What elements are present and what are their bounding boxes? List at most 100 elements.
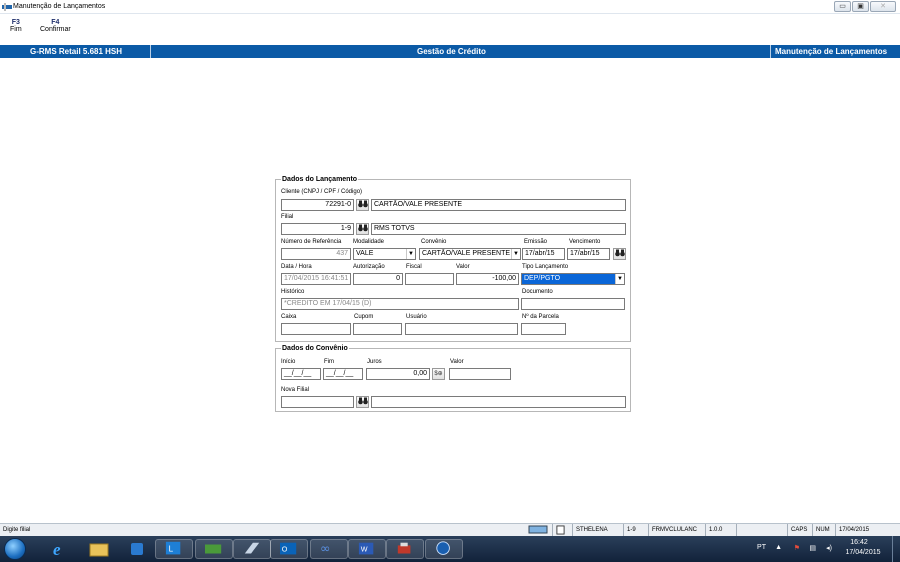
clock-date[interactable]: 17/04/2015 [842, 549, 884, 556]
screen-name: Manutenção de Lançamentos [775, 47, 888, 56]
status-version: 1.0.0 [705, 524, 735, 536]
status-user: STHELENA [572, 524, 622, 536]
tipo-lancamento-select[interactable]: DEP/PGTO ▼ [521, 273, 625, 285]
data-hora-label: Data / Hora [281, 264, 312, 270]
status-form: FRMVCLULANC [648, 524, 704, 536]
header-bar: G-RMS Retail 5.681 HSH Gestão de Crédito… [0, 45, 900, 58]
status-caps: CAPS [787, 524, 811, 536]
flag-icon[interactable]: ⚑ [794, 544, 800, 552]
cliente-label: Cliente (CNPJ / CPF / Código) [281, 189, 363, 195]
parcela-input[interactable] [521, 323, 566, 335]
juros-input[interactable]: 0,00 [366, 368, 430, 380]
monitor-icon [525, 524, 551, 536]
status-num: NUM [812, 524, 834, 536]
restore-icon[interactable]: ▣ [852, 1, 869, 12]
autorizacao-input[interactable]: 0 [353, 273, 403, 285]
num-ref-field: 437 [281, 248, 351, 260]
network-icon[interactable]: ▤ [809, 544, 816, 552]
filial-label: Filial [281, 214, 294, 220]
inicio-label: Início [281, 359, 296, 365]
outlook-icon[interactable]: O [270, 539, 308, 559]
minimize-icon[interactable]: ▭ [834, 1, 851, 12]
vencimento-input[interactable]: 17/abr/15 [567, 248, 610, 260]
nova-filial-label: Nova Filial [281, 387, 310, 393]
money-icon[interactable]: $⊕ [432, 368, 445, 380]
fiscal-input[interactable] [405, 273, 454, 285]
usuario-input[interactable] [405, 323, 518, 335]
infinity-icon[interactable]: ∞ [310, 539, 348, 559]
caixa-input[interactable] [281, 323, 351, 335]
chevron-down-icon[interactable]: ▼ [406, 249, 415, 259]
svg-text:L: L [169, 545, 174, 554]
historico-field: *CREDITO EM 17/04/15 (D) [281, 298, 519, 310]
filial-nome-field: RMS TOTVS [371, 223, 626, 235]
fim-input[interactable]: __/__/__ [323, 368, 363, 380]
documento-input[interactable] [521, 298, 625, 310]
nova-filial-nome-field [371, 396, 626, 408]
convenio-group: Dados do Convênio Início __/__/__ Fim __… [275, 345, 631, 412]
cupom-input[interactable] [353, 323, 402, 335]
window-icon[interactable] [233, 539, 271, 559]
modalidade-select[interactable]: VALE ▼ [353, 248, 416, 260]
filial-input[interactable]: 1-9 [281, 223, 354, 235]
volume-icon[interactable]: ◂) [826, 544, 832, 552]
convenio-label: Convênio [421, 239, 447, 245]
ie-icon[interactable]: e [40, 539, 78, 559]
caixa-label: Caixa [281, 314, 297, 320]
chevron-down-icon[interactable]: ▼ [615, 274, 624, 284]
app-icon [2, 3, 12, 11]
module-name: Gestão de Crédito [417, 47, 486, 56]
fim-button[interactable]: F3 Fim [10, 19, 22, 33]
start-icon[interactable] [4, 538, 26, 560]
binoculars-icon[interactable] [356, 396, 369, 408]
app-icon[interactable] [425, 539, 463, 559]
chevron-up-icon[interactable]: ▲ [775, 544, 782, 551]
confirmar-key: F4 [51, 19, 60, 26]
close-icon[interactable]: ✕ [870, 1, 896, 12]
window-title: Manutenção de Lançamentos [13, 3, 106, 10]
money-icon[interactable] [195, 539, 233, 559]
fiscal-label: Fiscal [406, 264, 422, 270]
word-icon[interactable]: W [348, 539, 386, 559]
status-bar: Digite filial STHELENA 1-9 FRMVCLULANC 1… [0, 523, 900, 536]
valor-convenio-label: Valor [450, 359, 464, 365]
header-divider [770, 45, 771, 58]
binoculars-icon[interactable] [356, 223, 369, 235]
app-name: G-RMS Retail 5.681 HSH [30, 47, 123, 56]
binoculars-icon[interactable] [356, 199, 369, 211]
num-ref-label: Número de Referência [281, 239, 342, 245]
cliente-nome-field: CARTÃO/VALE PRESENTE [371, 199, 626, 211]
modalidade-label: Modalidade [353, 239, 385, 245]
language-indicator[interactable]: PT [757, 544, 766, 551]
lancamento-group: Dados do Lançamento Cliente (CNPJ / CPF … [275, 176, 631, 342]
valor-convenio-input[interactable] [449, 368, 511, 380]
header-divider [150, 45, 151, 58]
emissao-label: Emissão [524, 239, 548, 245]
historico-label: Histórico [281, 289, 305, 295]
window-titlebar: Manutenção de Lançamentos ▭ ▣ ✕ [0, 0, 900, 14]
valor-label: Valor [456, 264, 470, 270]
autorizacao-label: Autorização [353, 264, 385, 270]
nova-filial-input[interactable] [281, 396, 354, 408]
emissao-input[interactable]: 17/abr/15 [522, 248, 565, 260]
inicio-input[interactable]: __/__/__ [281, 368, 321, 380]
lync-icon[interactable]: L [155, 539, 193, 559]
convenio-title: Dados do Convênio [281, 345, 349, 353]
svg-text:e: e [53, 540, 61, 559]
lancamento-title: Dados do Lançamento [281, 176, 359, 184]
confirmar-button[interactable]: F4 Confirmar [40, 19, 71, 33]
chevron-down-icon[interactable]: ▼ [511, 249, 520, 259]
status-message: Digite filial [3, 527, 31, 533]
explorer-icon[interactable] [80, 539, 118, 559]
binoculars-icon[interactable] [613, 248, 626, 260]
show-desktop-button[interactable] [892, 536, 900, 562]
valor-input[interactable]: -100,00 [456, 273, 519, 285]
media-icon[interactable] [118, 539, 156, 559]
convenio-select[interactable]: CARTÃO/VALE PRESENTE ▼ [419, 248, 521, 260]
clock-time[interactable]: 16:42 [842, 539, 876, 546]
cliente-input[interactable]: 72291-0 [281, 199, 354, 211]
document-icon [552, 524, 569, 536]
status-blank [736, 524, 786, 536]
tools-icon[interactable] [386, 539, 424, 559]
vencimento-label: Vencimento [569, 239, 601, 245]
